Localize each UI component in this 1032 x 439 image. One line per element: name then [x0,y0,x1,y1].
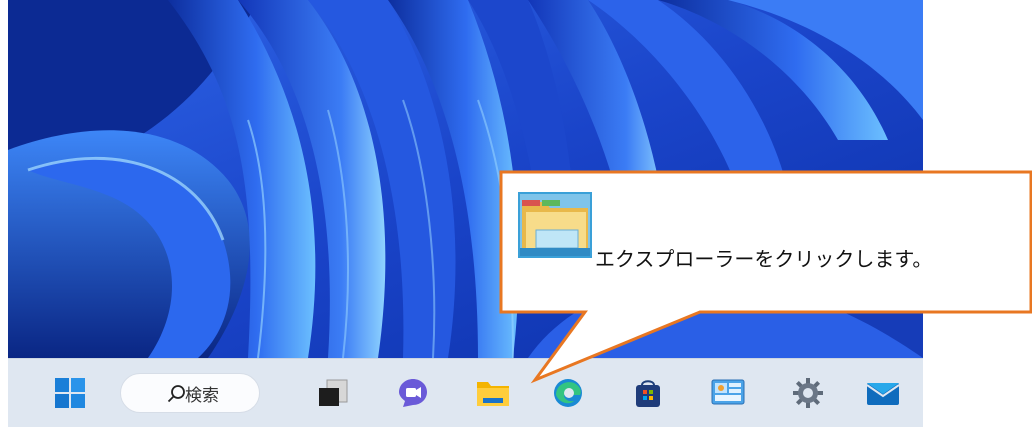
folder-icon [477,382,509,406]
store-bag-icon [636,380,660,407]
callout-text: エクスプローラーをクリックします。 [595,247,933,271]
start-button[interactable] [50,373,90,413]
edge-button[interactable] [548,373,588,413]
screen: 検索 エクスプローラーをクリックします。 [0,0,1032,439]
file-explorer-button[interactable] [473,373,513,413]
settings-button[interactable] [788,373,828,413]
edge-browser-icon [554,379,582,407]
search-icon [167,385,185,403]
mail-envelope-icon [866,383,900,405]
gear-icon [793,378,823,408]
teams-chat-icon [399,379,427,407]
task-view-icon [319,379,348,406]
desktop-wallpaper [8,0,923,358]
search-box[interactable]: 検索 [120,373,260,413]
control-panel-button[interactable] [708,373,748,413]
chat-button[interactable] [393,373,433,413]
file-explorer-icon [516,190,594,260]
task-view-button[interactable] [313,373,353,413]
search-label: 検索 [185,385,219,406]
store-button[interactable] [628,373,668,413]
mail-button[interactable] [863,373,903,413]
bloom-wallpaper [8,0,923,358]
windows-logo-icon [55,378,85,408]
control-panel-icon [711,379,745,405]
taskbar: 検索 [8,358,923,427]
